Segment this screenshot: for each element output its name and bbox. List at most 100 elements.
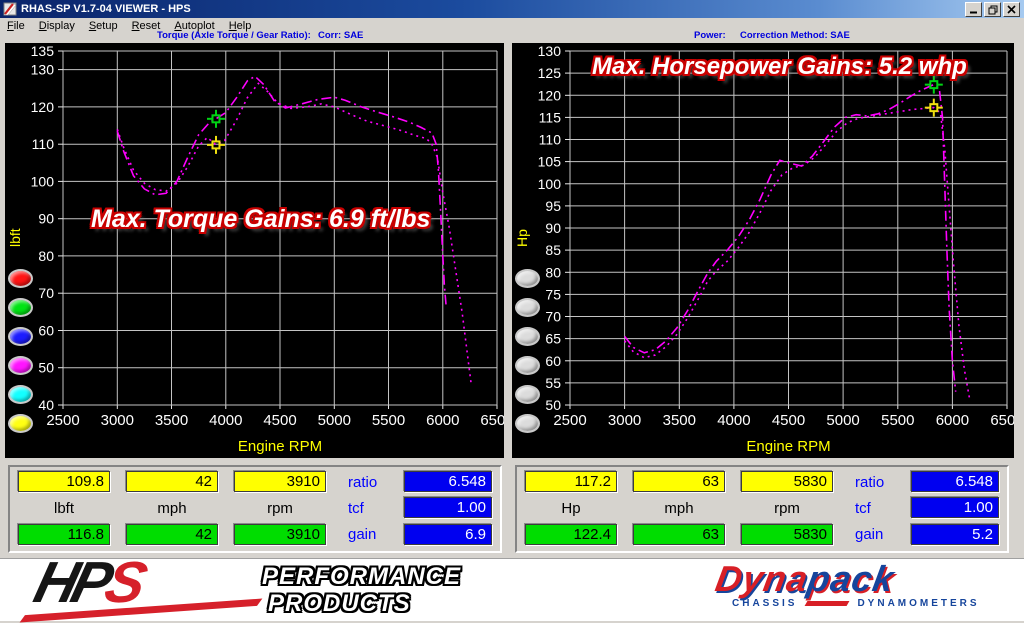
- torque-baseline-rpm-field[interactable]: 3910: [234, 471, 326, 492]
- legend-button-power-6[interactable]: [515, 414, 540, 433]
- svg-text:2500: 2500: [553, 412, 586, 429]
- svg-text:100: 100: [31, 173, 55, 189]
- torque-plot[interactable]: 2500300035004000450050005500600065004050…: [5, 43, 504, 458]
- legend-button-power-1[interactable]: [515, 269, 540, 288]
- power-hps-rpm-field[interactable]: 5830: [741, 524, 833, 545]
- torque-ratio-field[interactable]: 6.548: [404, 471, 492, 492]
- chart-area: 2500 3000 3500 4000 4500 5000 5500 6000 6500 40 50…: [0, 42, 1024, 460]
- legend-button-torque-4[interactable]: [8, 356, 33, 375]
- svg-text:3000: 3000: [608, 412, 641, 429]
- svg-text:4000: 4000: [717, 412, 750, 429]
- svg-text:4000: 4000: [209, 412, 242, 429]
- power-hps-mph-field[interactable]: 63: [633, 524, 725, 545]
- hps-performance-products-wordmark: PERFORMANCE PRODUCTS: [262, 563, 461, 617]
- svg-text:80: 80: [545, 264, 561, 280]
- power-baseline-mph-field[interactable]: 63: [633, 471, 725, 492]
- svg-text:40: 40: [38, 397, 54, 413]
- svg-text:6500: 6500: [990, 412, 1014, 429]
- svg-text:130: 130: [31, 62, 55, 78]
- torque-baseline-value-field[interactable]: 109.8: [18, 471, 110, 492]
- svg-text:65: 65: [545, 331, 561, 347]
- svg-text:55: 55: [545, 375, 561, 391]
- dynamometers-text: DYNAMOMETERS: [857, 598, 979, 609]
- torque-hps-rpm-field[interactable]: 3910: [234, 524, 326, 545]
- svg-text:4500: 4500: [772, 412, 805, 429]
- hp-unit-label: Hp: [525, 500, 617, 517]
- svg-text:5000: 5000: [318, 412, 351, 429]
- svg-text:5500: 5500: [881, 412, 914, 429]
- menu-file[interactable]: File: [0, 20, 32, 32]
- svg-text:90: 90: [38, 211, 54, 227]
- mph-unit-label: mph: [633, 500, 725, 517]
- torque-correction-label: Corr: SAE: [318, 30, 363, 41]
- torque-tcf-field[interactable]: 1.00: [404, 497, 492, 518]
- power-gain-field[interactable]: 5.2: [911, 524, 999, 545]
- legend-button-power-5[interactable]: [515, 385, 540, 404]
- power-correction-label: Correction Method: SAE: [740, 30, 850, 41]
- power-ratio-field[interactable]: 6.548: [911, 471, 999, 492]
- legend-button-power-4[interactable]: [515, 356, 540, 375]
- svg-text:70: 70: [38, 285, 54, 301]
- title-bar[interactable]: RHAS-SP V1.7-04 VIEWER - HPS: [0, 0, 1024, 18]
- legend-button-torque-3[interactable]: [8, 327, 33, 346]
- ratio-label: ratio: [348, 474, 400, 491]
- svg-text:125: 125: [538, 65, 562, 81]
- power-chart-panel: 2500300035004000450050005500600065005055…: [512, 43, 1014, 458]
- dynapack-logo: Dynapack CHASSIS DYNAMOMETERS: [716, 562, 980, 609]
- power-hps-value-field[interactable]: 122.4: [525, 524, 617, 545]
- svg-text:60: 60: [38, 323, 54, 339]
- svg-text:135: 135: [31, 43, 55, 59]
- power-plot[interactable]: 2500300035004000450050005500600065005055…: [512, 43, 1014, 458]
- torque-unit-label: lbft: [18, 500, 110, 517]
- ratio-label: ratio: [855, 474, 907, 491]
- svg-text:130: 130: [538, 43, 562, 59]
- svg-text:3500: 3500: [663, 412, 696, 429]
- svg-text:100: 100: [538, 176, 562, 192]
- torque-hps-mph-field[interactable]: 42: [126, 524, 218, 545]
- svg-text:50: 50: [545, 397, 561, 413]
- menu-setup[interactable]: Setup: [82, 20, 125, 32]
- svg-text:6500: 6500: [480, 412, 504, 429]
- legend-button-torque-2[interactable]: [8, 298, 33, 317]
- window-title: RHAS-SP V1.7-04 VIEWER - HPS: [21, 3, 191, 15]
- baseline-power-curve: [625, 108, 970, 401]
- baseline-cursor: [207, 136, 225, 154]
- power-baseline-value-field[interactable]: 117.2: [525, 471, 617, 492]
- gain-label: gain: [855, 526, 907, 543]
- close-icon: [1007, 5, 1016, 14]
- torque-gains-annotation: Max. Torque Gains: 6.9 ft/lbs: [91, 205, 430, 234]
- dynapack-logo-pack: pack: [805, 558, 898, 599]
- svg-text:6000: 6000: [936, 412, 969, 429]
- power-gains-annotation: Max. Horsepower Gains: 5.2 whp: [592, 53, 967, 81]
- svg-text:80: 80: [38, 248, 54, 264]
- gain-label: gain: [348, 526, 400, 543]
- torque-baseline-mph-field[interactable]: 42: [126, 471, 218, 492]
- legend-button-torque-6[interactable]: [8, 414, 33, 433]
- torque-hps-value-field[interactable]: 116.8: [18, 524, 110, 545]
- close-button[interactable]: [1003, 2, 1020, 17]
- svg-text:110: 110: [32, 136, 55, 152]
- menu-display[interactable]: Display: [32, 20, 82, 32]
- svg-text:110: 110: [539, 132, 562, 148]
- svg-text:105: 105: [538, 154, 562, 170]
- app-icon: [3, 2, 17, 16]
- chart-headers: Torque (Axle Torque / Gear Ratio): Corr:…: [0, 33, 1024, 42]
- svg-text:2500: 2500: [46, 412, 79, 429]
- rpm-unit-label: rpm: [741, 500, 833, 517]
- legend-button-power-2[interactable]: [515, 298, 540, 317]
- tcf-label: tcf: [855, 500, 907, 517]
- torque-x-axis-label: Engine RPM: [63, 438, 497, 455]
- legend-button-power-3[interactable]: [515, 327, 540, 346]
- power-baseline-rpm-field[interactable]: 5830: [741, 471, 833, 492]
- restore-button[interactable]: [984, 2, 1001, 17]
- legend-button-torque-1[interactable]: [8, 269, 33, 288]
- minimize-button[interactable]: [965, 2, 982, 17]
- legend-button-torque-5[interactable]: [8, 385, 33, 404]
- hps-power-curve: [625, 85, 956, 392]
- power-tcf-field[interactable]: 1.00: [911, 497, 999, 518]
- torque-gain-field[interactable]: 6.9: [404, 524, 492, 545]
- hps-cursor: [207, 110, 225, 128]
- dynapack-logo-bar: [805, 601, 850, 606]
- tcf-label: tcf: [348, 500, 400, 517]
- svg-text:50: 50: [38, 360, 54, 376]
